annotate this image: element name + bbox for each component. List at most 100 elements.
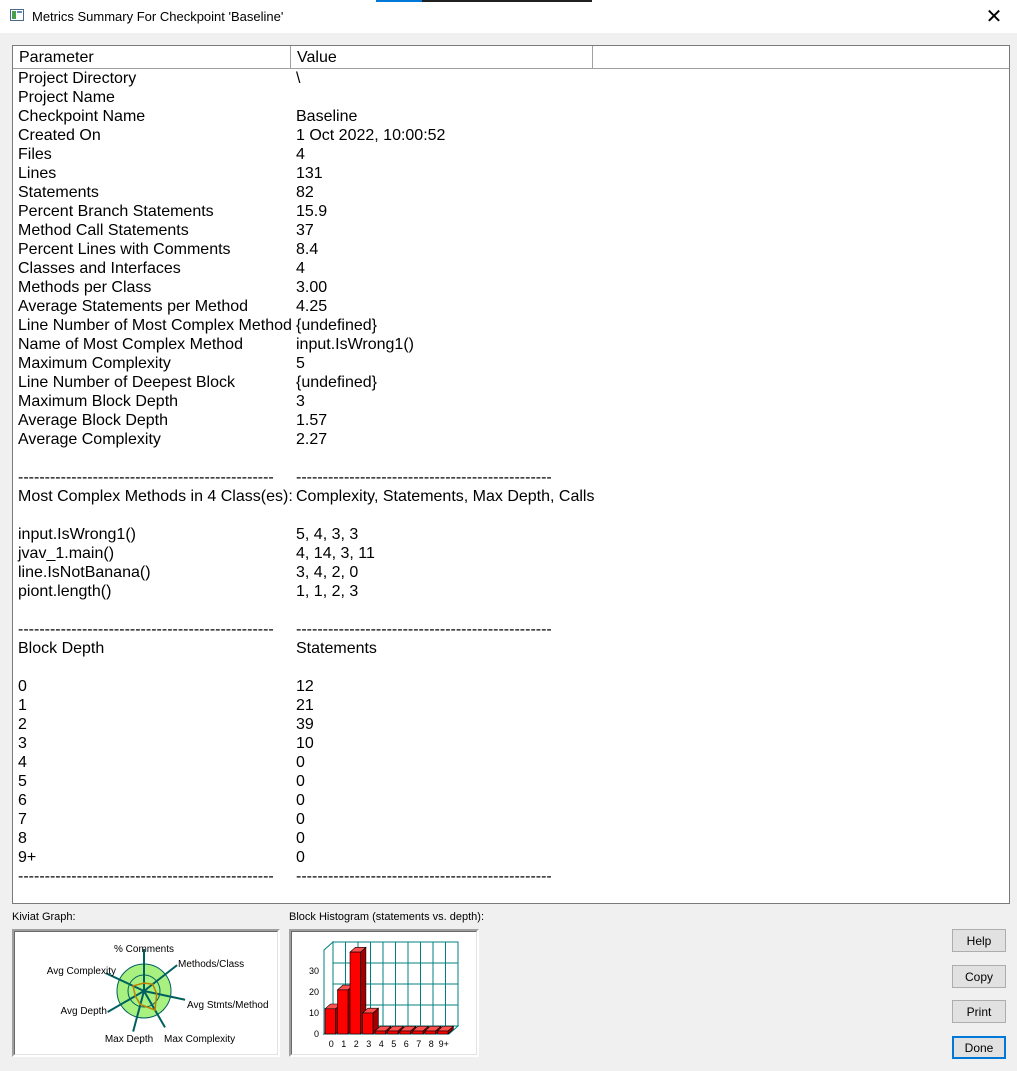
histogram-x-tick: 0 — [329, 1039, 334, 1049]
list-item[interactable]: Method Call Statements 37 — [13, 221, 1009, 240]
list-item[interactable] — [13, 601, 1009, 620]
list-item[interactable]: Average Complexity 2.27 — [13, 430, 1009, 449]
column-header-value[interactable]: Value — [291, 46, 593, 68]
list-item[interactable]: Maximum Block Depth 3 — [13, 392, 1009, 411]
list-item[interactable]: Most Complex Methods in 4 Class(es): Comp… — [13, 487, 1009, 506]
parameter-cell: ----------------------------------------… — [18, 868, 274, 885]
help-button[interactable]: Help — [952, 929, 1006, 952]
value-cell: 0 — [296, 830, 305, 847]
parameter-cell: Checkpoint Name — [18, 108, 146, 125]
parameter-cell: 4 — [18, 754, 27, 771]
parameter-cell: Average Statements per Method — [18, 298, 249, 315]
list-item[interactable]: piont.length() 1, 1, 2, 3 — [13, 582, 1009, 601]
parameter-cell: Maximum Block Depth — [18, 393, 179, 410]
list-item[interactable]: 80 — [13, 829, 1009, 848]
list-item[interactable]: ----------------------------------------… — [13, 867, 1009, 886]
histogram-bar — [424, 1030, 436, 1035]
parameter-cell: Block Depth — [18, 640, 105, 657]
value-cell: \ — [296, 70, 301, 87]
value-cell: 0 — [296, 754, 305, 771]
list-item[interactable]: 9+ 0 — [13, 848, 1009, 867]
value-cell: 21 — [296, 697, 314, 714]
list-item[interactable]: 50 — [13, 772, 1009, 791]
list-item[interactable]: line.IsNotBanana() 3, 4, 2, 0 — [13, 563, 1009, 582]
value-cell: 4 — [296, 146, 305, 163]
list-item[interactable]: 40 — [13, 753, 1009, 772]
value-cell: 3.00 — [296, 279, 328, 296]
value-cell: 5, 4, 3, 3 — [296, 526, 359, 543]
histogram-x-tick: 8 — [429, 1039, 434, 1049]
list-item[interactable]: Average Block Depth 1.57 — [13, 411, 1009, 430]
parameter-cell: 0 — [18, 678, 27, 695]
list-item[interactable]: ----------------------------------------… — [13, 620, 1009, 639]
list-item[interactable] — [13, 658, 1009, 677]
parameter-cell: Percent Lines with Comments — [18, 241, 231, 258]
list-item[interactable]: 0 12 — [13, 677, 1009, 696]
list-item[interactable]: 3 10 — [13, 734, 1009, 753]
value-cell: 82 — [296, 184, 314, 201]
list-item[interactable]: 1 21 — [13, 696, 1009, 715]
list-item[interactable]: Statements 82 — [13, 183, 1009, 202]
kiviat-axis-label: Methods/Class — [178, 959, 244, 970]
value-cell: Complexity, Statements, Max Depth, Calls — [296, 488, 595, 505]
list-item[interactable]: Block Depth Statements — [13, 639, 1009, 658]
list-item[interactable] — [13, 449, 1009, 468]
list-item[interactable]: jvav_1.main() 4, 14, 3, 11 — [13, 544, 1009, 563]
histogram-y-tick: 20 — [309, 987, 319, 997]
list-item[interactable]: Project Directory \ — [13, 69, 1009, 88]
parameter-cell: 2 — [18, 716, 27, 733]
title-bar: Metrics Summary For Checkpoint 'Baseline… — [0, 0, 1017, 33]
done-button[interactable]: Done — [952, 1036, 1006, 1059]
list-item[interactable]: Maximum Complexity 5 — [13, 354, 1009, 373]
list-item[interactable]: Methods per Class 3.00 — [13, 278, 1009, 297]
list-item[interactable]: 70 — [13, 810, 1009, 829]
list-item[interactable]: Percent Branch Statements 15.9 — [13, 202, 1009, 221]
list-item[interactable]: input.IsWrong1() 5, 4, 3, 3 — [13, 525, 1009, 544]
list-item[interactable]: Created On 1 Oct 2022, 10:00:52 — [13, 126, 1009, 145]
parameter-cell: Project Name — [18, 89, 115, 106]
histogram-bar — [324, 1008, 336, 1035]
column-header-parameter[interactable]: Parameter — [13, 46, 291, 68]
parameter-cell: Method Call Statements — [18, 222, 189, 239]
print-button[interactable]: Print — [952, 1000, 1006, 1023]
list-item[interactable]: Line Number of Deepest Block {undefined} — [13, 373, 1009, 392]
list-item[interactable]: Average Statements per Method 4.25 — [13, 297, 1009, 316]
list-item[interactable]: Percent Lines with Comments 8.4 — [13, 240, 1009, 259]
parameter-cell: Line Number of Deepest Block — [18, 374, 235, 391]
value-cell: 2.27 — [296, 431, 328, 448]
value-cell: 8.4 — [296, 241, 319, 258]
metrics-list[interactable]: Parameter Value Project Directory \ Projec… — [12, 45, 1010, 904]
histogram-label: Block Histogram (statements vs. depth): — [289, 911, 485, 923]
list-item[interactable]: 60 — [13, 791, 1009, 810]
list-item[interactable]: Name of Most Complex Method input.IsWrong… — [13, 335, 1009, 354]
parameter-cell: 6 — [18, 792, 27, 809]
value-cell: 3 — [296, 393, 305, 410]
list-item[interactable]: Line Number of Most Complex Method {undef… — [13, 316, 1009, 335]
kiviat-axis-label: Max Complexity — [164, 1034, 235, 1045]
list-item[interactable]: Classes and Interfaces 4 — [13, 259, 1009, 278]
parameter-cell: Name of Most Complex Method — [18, 336, 243, 353]
parameter-cell: Files — [18, 146, 52, 163]
kiviat-axis-label: Max Depth — [105, 1034, 153, 1045]
list-item[interactable]: Lines 131 — [13, 164, 1009, 183]
list-item[interactable]: Project Name — [13, 88, 1009, 107]
list-item[interactable]: 2 39 — [13, 715, 1009, 734]
value-cell: 39 — [296, 716, 314, 733]
parameter-cell: 8 — [18, 830, 27, 847]
list-item[interactable]: Files 4 — [13, 145, 1009, 164]
parameter-cell: Line Number of Most Complex Method — [18, 317, 292, 334]
histogram-x-tick: 6 — [404, 1039, 409, 1049]
list-item[interactable]: Checkpoint Name Baseline — [13, 107, 1009, 126]
copy-button[interactable]: Copy — [952, 965, 1006, 988]
parameter-cell: Percent Branch Statements — [18, 203, 214, 220]
value-cell: 10 — [296, 735, 314, 752]
list-item[interactable] — [13, 506, 1009, 525]
value-cell: 4.25 — [296, 298, 328, 315]
list-item[interactable]: ----------------------------------------… — [13, 468, 1009, 487]
histogram-x-tick: 7 — [416, 1039, 421, 1049]
app-icon — [10, 9, 24, 21]
close-button[interactable]: ✕ — [971, 0, 1017, 33]
parameter-cell: Average Complexity — [18, 431, 161, 448]
parameter-cell: Project Directory — [18, 70, 137, 87]
parameter-cell: Maximum Complexity — [18, 355, 171, 372]
